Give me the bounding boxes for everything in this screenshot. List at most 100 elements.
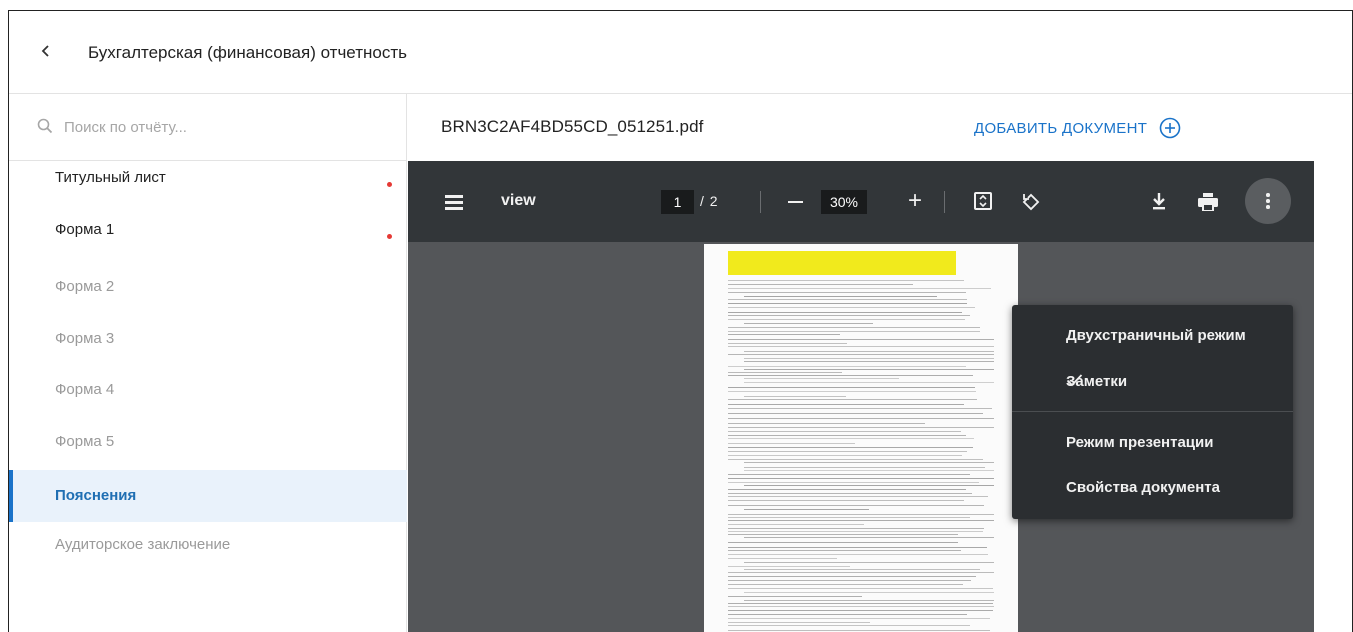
page-text-line <box>728 438 974 439</box>
page-text-line <box>728 431 961 432</box>
sidebar-item-form-3[interactable]: Форма 3 <box>9 316 407 368</box>
more-options-icon[interactable] <box>1245 178 1291 224</box>
page-text-line <box>728 478 994 479</box>
page-text-line <box>728 455 963 456</box>
viewer-title: view <box>501 192 536 209</box>
rotate-icon[interactable] <box>1020 191 1040 211</box>
page-number-input[interactable]: 1 <box>661 190 694 214</box>
sidebar-item-label: Форма 2 <box>55 278 115 295</box>
page-text-line <box>744 323 874 324</box>
print-icon[interactable] <box>1197 193 1219 212</box>
sidebar-item-form-1[interactable]: Форма 1 <box>9 213 407 265</box>
sidebar-item-form-4[interactable]: Форма 4 <box>9 367 407 419</box>
add-document-button[interactable]: ДОБАВИТЬ ДОКУМЕНТ <box>974 116 1181 140</box>
sidebar-item-form-5[interactable]: Форма 5 <box>9 419 407 471</box>
menu-item-label: Двухстраничный режим <box>1066 327 1246 344</box>
page-text-line <box>728 514 994 515</box>
page-text-line <box>728 500 965 501</box>
sidebar-item-title-page[interactable]: Титульный лист <box>9 161 407 213</box>
download-icon[interactable] <box>1150 191 1168 211</box>
header: Бухгалтерская (финансовая) отчетность <box>9 11 1352 94</box>
highlighted-header-block <box>728 251 956 275</box>
page-text-line <box>728 404 964 405</box>
page-text-line <box>728 339 994 340</box>
sidebar-item-label: Пояснения <box>55 487 137 504</box>
page-text-line <box>728 327 980 328</box>
page-text-line <box>728 423 925 424</box>
page-text-line <box>728 550 962 551</box>
document-header: BRN3C2AF4BD55CD_051251.pdf ДОБАВИТЬ ДОКУ… <box>408 94 1352 161</box>
menu-item-document-properties[interactable]: Свойства документа <box>1012 473 1293 503</box>
page-text-line <box>728 447 974 448</box>
menu-item-presentation-mode[interactable]: Режим презентации <box>1012 428 1293 458</box>
sidebar: Титульный лист Форма 1 Форма 2 Форма 3 Ф… <box>9 94 407 632</box>
main-content: BRN3C2AF4BD55CD_051251.pdf ДОБАВИТЬ ДОКУ… <box>408 94 1352 632</box>
page-text-line <box>728 413 983 414</box>
menu-item-label: Свойства документа <box>1066 479 1220 496</box>
menu-item-label: Режим презентации <box>1066 434 1214 451</box>
page-text-line <box>744 361 994 362</box>
viewer-options-menu: Двухстраничный режим Заметки Режим презе… <box>1012 305 1293 519</box>
page-text-line <box>728 435 966 436</box>
page-text-line <box>728 443 855 444</box>
search-bar <box>9 94 407 161</box>
page-text-line <box>744 382 994 383</box>
page-text-line <box>728 528 985 529</box>
page-text-line <box>728 372 842 373</box>
page-text-line <box>728 534 959 535</box>
page-text-line <box>728 482 979 483</box>
sidebar-item-audit-report[interactable]: Аудиторское заключение <box>9 522 407 574</box>
search-icon <box>37 118 53 134</box>
page-text-line <box>744 396 847 397</box>
page-text-line <box>728 554 988 555</box>
page-text-line <box>728 280 964 281</box>
page-text-line <box>728 580 971 581</box>
page-text-line <box>728 496 989 497</box>
menu-item-annotations[interactable]: Заметки <box>1012 367 1293 397</box>
page-text-line <box>728 399 977 400</box>
page-text-line <box>728 584 964 585</box>
page-text-line <box>744 462 994 463</box>
page-text-line <box>728 588 993 589</box>
page-text-line <box>744 569 980 570</box>
zoom-in-icon[interactable]: + <box>908 187 922 215</box>
search-input[interactable] <box>64 114 384 140</box>
sidebar-item-form-2[interactable]: Форма 2 <box>9 264 407 316</box>
page-text-line <box>728 596 863 597</box>
page-text-line <box>728 630 990 631</box>
page-text-line <box>728 451 967 452</box>
page-text-line <box>744 592 994 593</box>
page-text-line <box>728 284 914 285</box>
page-text-line <box>728 576 976 577</box>
chevron-left-icon[interactable] <box>39 41 55 63</box>
page-text-line <box>728 517 971 518</box>
page-text-line <box>728 566 851 567</box>
page-text-line <box>744 467 986 468</box>
status-dot <box>387 182 392 187</box>
page-text-line <box>728 603 994 604</box>
page-text-line <box>728 625 971 626</box>
hamburger-menu-icon[interactable] <box>445 195 463 210</box>
add-document-label: ДОБАВИТЬ ДОКУМЕНТ <box>974 119 1148 137</box>
page-text-line <box>728 391 976 392</box>
page-text-line <box>728 418 994 419</box>
zoom-out-icon[interactable] <box>788 201 803 203</box>
page-text-line <box>728 520 994 521</box>
sidebar-item-label: Форма 5 <box>55 432 115 450</box>
page-text-line <box>728 524 864 525</box>
sidebar-item-explanations[interactable]: Пояснения <box>9 470 407 522</box>
page-text-line <box>744 600 994 601</box>
page-text-line <box>728 614 967 615</box>
page-text-line <box>728 531 983 532</box>
page-text-line <box>728 292 966 293</box>
pdf-viewer: view 1 / 2 30% + Двухстраничный режим За… <box>408 161 1314 632</box>
zoom-input[interactable]: 30% <box>821 190 867 214</box>
page-text-line <box>728 610 993 611</box>
page-text-line <box>728 572 994 573</box>
page-text-line <box>744 537 994 538</box>
page-text-line <box>728 408 992 409</box>
fit-page-icon[interactable] <box>974 192 992 210</box>
page-text-line <box>744 470 994 471</box>
page-text-line <box>728 558 838 559</box>
menu-item-two-page-mode[interactable]: Двухстраничный режим <box>1012 321 1293 351</box>
